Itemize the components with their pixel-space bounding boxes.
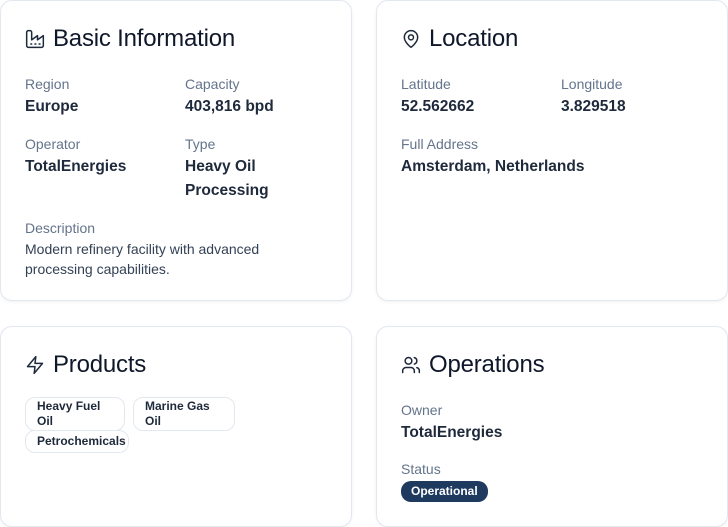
users-icon xyxy=(401,355,421,375)
operations-card: Operations Owner TotalEnergies Status Op… xyxy=(376,326,728,527)
description-line2: processing capabilities. xyxy=(25,261,170,277)
basic-information-card: Basic Information Region Europe Capacity… xyxy=(0,0,352,301)
address-value: Amsterdam, Netherlands xyxy=(401,158,585,175)
product-chip-line1: Heavy Fuel xyxy=(37,399,101,413)
products-header: Products xyxy=(25,351,146,379)
type-value: Heavy Oil Processing xyxy=(185,155,269,203)
description-field: Description Modern refinery facility wit… xyxy=(25,218,259,279)
status-field: Status Operational xyxy=(401,459,488,502)
type-value-line2: Processing xyxy=(185,182,269,199)
basic-information-title: Basic Information xyxy=(53,25,236,52)
status-badge: Operational xyxy=(401,481,488,502)
owner-field: Owner TotalEnergies xyxy=(401,400,502,445)
basic-information-header: Basic Information xyxy=(25,25,235,53)
operations-header: Operations xyxy=(401,351,545,379)
product-chip-line1: Marine Gas xyxy=(145,399,210,413)
product-chip: Petrochemicals xyxy=(25,430,129,453)
product-chip-line2: Oil xyxy=(37,414,54,428)
latitude-label: Latitude xyxy=(401,76,451,92)
owner-value: TotalEnergies xyxy=(401,424,503,441)
longitude-field: Longitude 3.829518 xyxy=(561,74,626,119)
region-value: Europe xyxy=(25,98,79,115)
capacity-label: Capacity xyxy=(185,76,240,92)
region-field: Region Europe xyxy=(25,74,78,119)
latitude-value: 52.562662 xyxy=(401,98,475,115)
map-pin-icon xyxy=(401,29,421,49)
longitude-label: Longitude xyxy=(561,76,623,92)
product-chip: Heavy Fuel Oil xyxy=(25,397,125,431)
owner-label: Owner xyxy=(401,402,443,418)
type-field: Type Heavy Oil Processing xyxy=(185,134,269,203)
status-label: Status xyxy=(401,461,441,477)
location-card: Location Latitude 52.562662 Longitude 3.… xyxy=(376,0,728,301)
address-field: Full Address Amsterdam, Netherlands xyxy=(401,134,584,179)
description-line1: Modern refinery facility with advanced xyxy=(25,241,260,257)
operations-title: Operations xyxy=(429,351,545,378)
description-text: Modern refinery facility with advanced p… xyxy=(25,239,259,279)
product-chip-line2: Oil xyxy=(145,414,162,428)
type-value-line1: Heavy Oil xyxy=(185,158,256,175)
product-chip: Marine Gas Oil xyxy=(133,397,235,431)
operator-field: Operator TotalEnergies xyxy=(25,134,126,179)
type-label: Type xyxy=(185,136,216,152)
operator-value: TotalEnergies xyxy=(25,158,127,175)
latitude-field: Latitude 52.562662 xyxy=(401,74,474,119)
zap-icon xyxy=(25,355,45,375)
product-chip-line1: Petrochemicals xyxy=(37,434,126,448)
description-label: Description xyxy=(25,220,96,236)
region-label: Region xyxy=(25,76,70,92)
operator-label: Operator xyxy=(25,136,81,152)
location-header: Location xyxy=(401,25,518,53)
location-title: Location xyxy=(429,25,519,52)
products-title: Products xyxy=(53,351,147,378)
products-card: Products Heavy Fuel Oil Marine Gas Oil P… xyxy=(0,326,352,527)
address-label: Full Address xyxy=(401,136,479,152)
longitude-value: 3.829518 xyxy=(561,98,626,115)
capacity-field: Capacity 403,816 bpd xyxy=(185,74,274,119)
capacity-value: 403,816 bpd xyxy=(185,98,274,115)
factory-icon xyxy=(25,29,45,49)
